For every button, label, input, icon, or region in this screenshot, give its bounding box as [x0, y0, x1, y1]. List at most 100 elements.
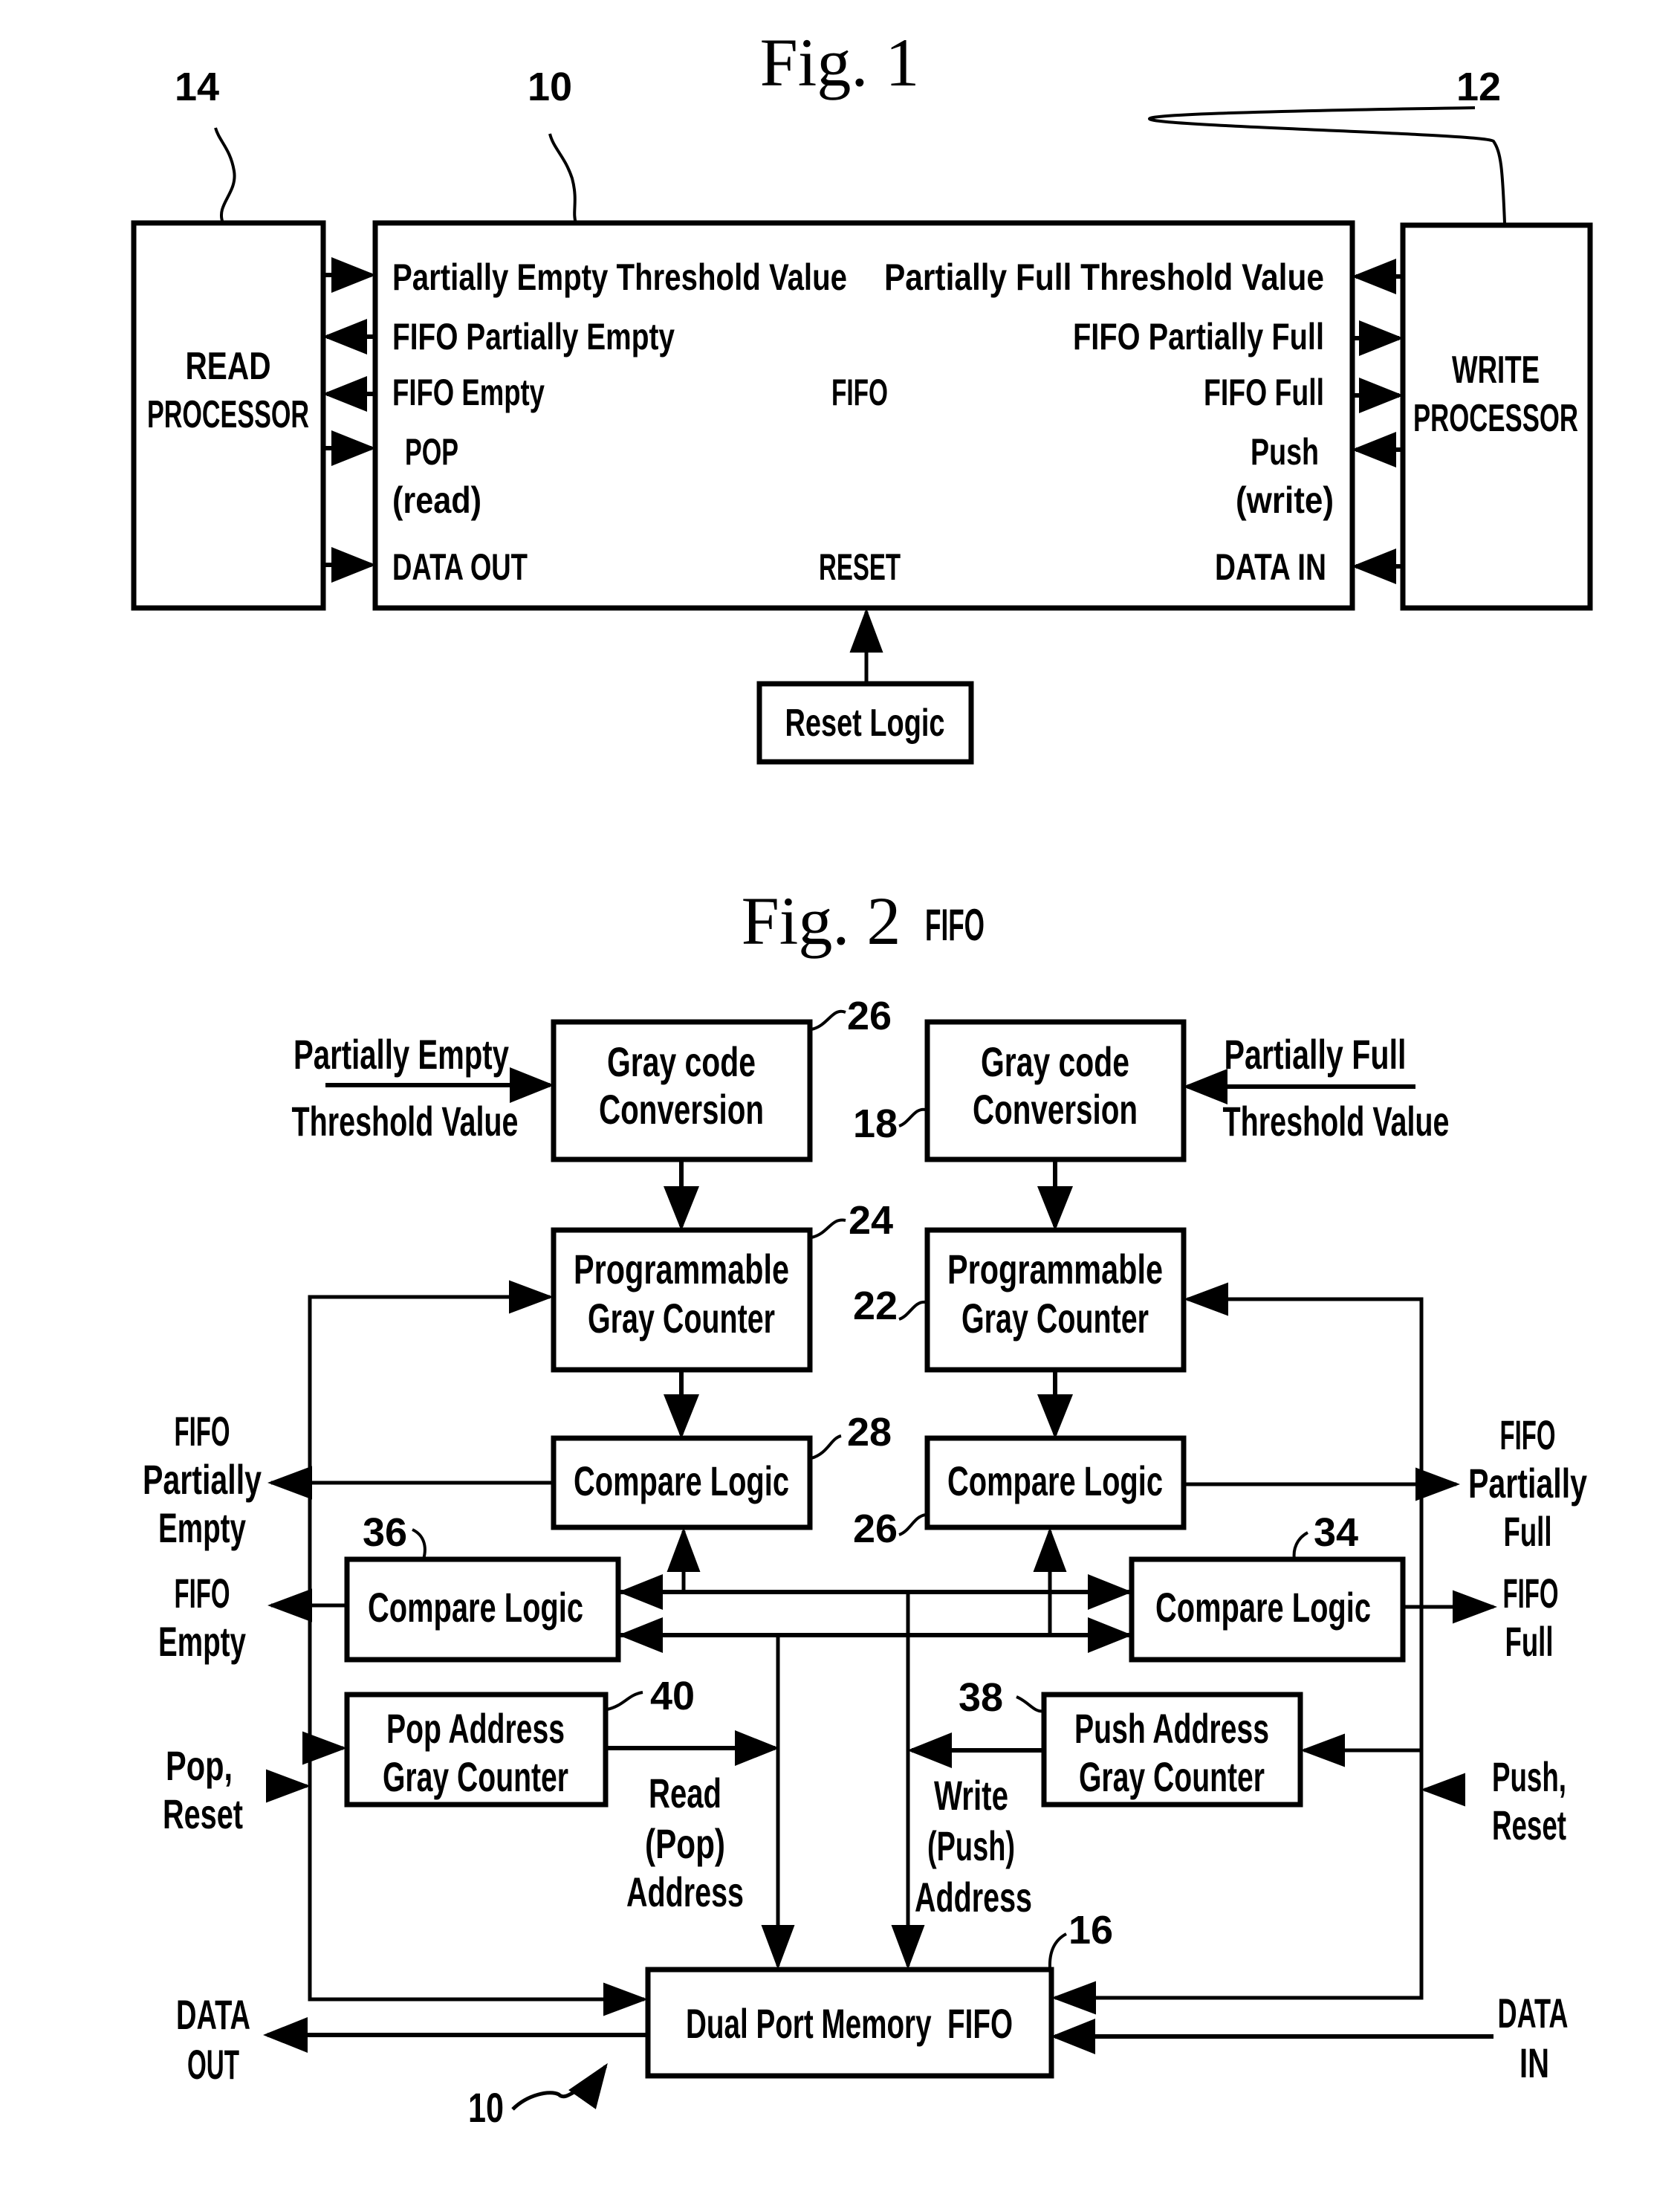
prog-counter-right-ref-leader	[898, 1300, 927, 1321]
label-fifo-partially-full-line2: Partially	[1468, 1460, 1587, 1507]
compare-pf-ref: 26	[853, 1507, 898, 1551]
label-read-address-line3: Address	[626, 1868, 744, 1915]
fifo-left-signal-data-out: DATA OUT	[392, 546, 528, 588]
read-processor-label-line1: READ	[186, 345, 271, 388]
compare-full-ref: 34	[1314, 1510, 1358, 1555]
memory-label: Dual Port Memory FIFO	[686, 2000, 1013, 2047]
gray-conv-right-ref-leader	[898, 1107, 927, 1127]
read-processor-ref-leader	[214, 127, 236, 224]
fifo-left-signal-empty: FIFO Empty	[392, 372, 545, 413]
label-push-reset-line2: Reset	[1492, 1802, 1566, 1848]
pop-counter-ref-leader	[606, 1691, 643, 1711]
label-fifo-empty: FIFO Empty	[158, 1570, 246, 1665]
label-data-in-line1: DATA	[1498, 1990, 1569, 2036]
label-fifo-empty-line2: Empty	[158, 1618, 246, 1665]
fifo-left-signal-pe-threshold: Partially Empty Threshold Value	[392, 256, 847, 298]
label-push-reset-line1: Push,	[1492, 1753, 1566, 1800]
fig1-title: Fig. 1	[760, 25, 920, 100]
label-fifo-partially-full-line1: FIFO	[1500, 1411, 1556, 1458]
label-fifo-partially-empty-line2: Partially	[143, 1456, 262, 1503]
compare-pe-ref-leader	[811, 1434, 842, 1460]
compare-full-ref-leader	[1292, 1531, 1309, 1560]
dual-port-memory-fifo: Dual Port Memory FIFO 16	[645, 1908, 1113, 2079]
gray-code-conversion-right: Gray code Conversion 18	[853, 1019, 1187, 1162]
fifo-center-label: FIFO	[831, 372, 888, 413]
fifo-right-signal-pf-threshold: Partially Full Threshold Value	[884, 256, 1324, 298]
label-fifo-full-line2: Full	[1505, 1618, 1554, 1665]
prog-counter-left-line1: Programmable	[574, 1246, 789, 1292]
figure-1: Fig. 1 READ PROCESSOR 14 10 Partially Em…	[131, 25, 1593, 765]
gray-conv-right-line2: Conversion	[973, 1086, 1138, 1133]
label-write-address: Write (Push) Address	[915, 1772, 1032, 1921]
compare-full-label: Compare Logic	[1155, 1584, 1371, 1631]
push-counter-line2: Gray Counter	[1079, 1753, 1265, 1800]
push-counter-ref-leader	[1016, 1695, 1045, 1713]
push-address-gray-counter: Push Address Gray Counter 38	[959, 1675, 1303, 1808]
label-data-in-line2: IN	[1520, 2039, 1549, 2086]
compare-logic-partially-full: Compare Logic 26	[853, 1435, 1187, 1551]
label-pop-reset: Pop, Reset	[163, 1742, 243, 1837]
fifo-left-signal-partially-empty: FIFO Partially Empty	[392, 316, 675, 357]
label-write-address-line3: Address	[915, 1874, 1032, 1921]
fig2-title-suffix: FIFO	[925, 900, 985, 950]
gray-conv-right-line1: Gray code	[981, 1038, 1129, 1085]
pop-counter-line1: Pop Address	[386, 1705, 565, 1752]
pf-threshold-line2: Threshold Value	[1223, 1098, 1450, 1145]
fifo-right-signal-push: Push	[1251, 431, 1319, 473]
compare-logic-full: Compare Logic 34	[1129, 1510, 1406, 1663]
prog-counter-right-ref: 22	[853, 1284, 898, 1328]
prog-counter-right-line2: Gray Counter	[961, 1295, 1149, 1342]
write-processor-ref: 12	[1456, 65, 1501, 109]
prog-counter-left-ref: 24	[849, 1198, 893, 1243]
patent-figures-canvas: Fig. 1 READ PROCESSOR 14 10 Partially Em…	[131, 25, 1593, 2131]
push-counter-line1: Push Address	[1074, 1705, 1269, 1752]
compare-pe-ref: 28	[847, 1410, 892, 1455]
compare-empty-label: Compare Logic	[368, 1584, 583, 1631]
pop-address-gray-counter: Pop Address Gray Counter 40	[344, 1674, 695, 1808]
compare-pe-label: Compare Logic	[574, 1457, 789, 1504]
label-fifo-partially-full-line3: Full	[1504, 1508, 1552, 1555]
reset-logic-label: Reset Logic	[785, 702, 945, 745]
gray-conv-right-ref: 18	[853, 1101, 898, 1146]
fifo-right-signal-partially-full: FIFO Partially Full	[1073, 316, 1324, 357]
compare-logic-partially-empty: Compare Logic 28	[551, 1410, 892, 1530]
label-fifo-partially-empty: FIFO Partially Empty	[143, 1408, 262, 1551]
pop-counter-ref: 40	[650, 1674, 695, 1718]
push-counter-ref: 38	[959, 1675, 1003, 1720]
label-fifo-partially-empty-line3: Empty	[158, 1504, 246, 1551]
programmable-gray-counter-right: Programmable Gray Counter 22	[853, 1227, 1187, 1373]
label-fifo-empty-line1: FIFO	[175, 1570, 230, 1617]
fifo-right-signal-full: FIFO Full	[1204, 372, 1324, 413]
fifo-right-signal-push-sub: (write)	[1236, 479, 1334, 521]
pop-counter-line2: Gray Counter	[383, 1753, 568, 1800]
write-processor-ref-leader	[1148, 106, 1506, 224]
fifo-reset-label: RESET	[819, 546, 901, 588]
read-processor-label-line2: PROCESSOR	[147, 393, 309, 436]
gray-conv-left-ref-leader	[811, 1009, 846, 1031]
label-fifo-partially-full: FIFO Partially Full	[1468, 1411, 1587, 1555]
prog-counter-right-line1: Programmable	[947, 1246, 1163, 1292]
write-processor-label-line2: PROCESSOR	[1413, 397, 1578, 440]
fig2-overall-ref-squiggle	[511, 2062, 608, 2111]
read-processor-ref: 14	[175, 65, 219, 109]
figure-2: Fig. 2 FIFO Gray code Conversion 26 Gray…	[143, 883, 1587, 2131]
pf-threshold-line1: Partially Full	[1225, 1031, 1407, 1078]
fifo-ref: 10	[528, 65, 572, 109]
compare-empty-ref: 36	[363, 1510, 407, 1555]
pe-threshold-line1: Partially Empty	[293, 1031, 509, 1078]
fifo-block: 10 Partially Empty Threshold Value FIFO …	[372, 65, 1355, 611]
label-pop-reset-line1: Pop,	[166, 1742, 233, 1789]
label-fifo-full-line1: FIFO	[1503, 1570, 1559, 1617]
label-read-address-line1: Read	[649, 1770, 721, 1816]
label-push-reset: Push, Reset	[1492, 1753, 1566, 1848]
label-write-address-line1: Write	[934, 1772, 1008, 1819]
fifo-right-signal-data-in: DATA IN	[1215, 546, 1326, 588]
label-read-address: Read (Pop) Address	[626, 1770, 744, 1915]
read-processor-block: READ PROCESSOR 14	[131, 65, 326, 611]
label-write-address-line2: (Push)	[927, 1822, 1015, 1869]
write-processor-label-line1: WRITE	[1452, 349, 1540, 392]
label-data-out-line2: OUT	[187, 2041, 239, 2088]
gray-conv-left-ref: 26	[847, 994, 892, 1038]
pe-threshold-line2: Threshold Value	[292, 1098, 519, 1145]
fifo-left-signal-pop: POP	[405, 431, 458, 473]
